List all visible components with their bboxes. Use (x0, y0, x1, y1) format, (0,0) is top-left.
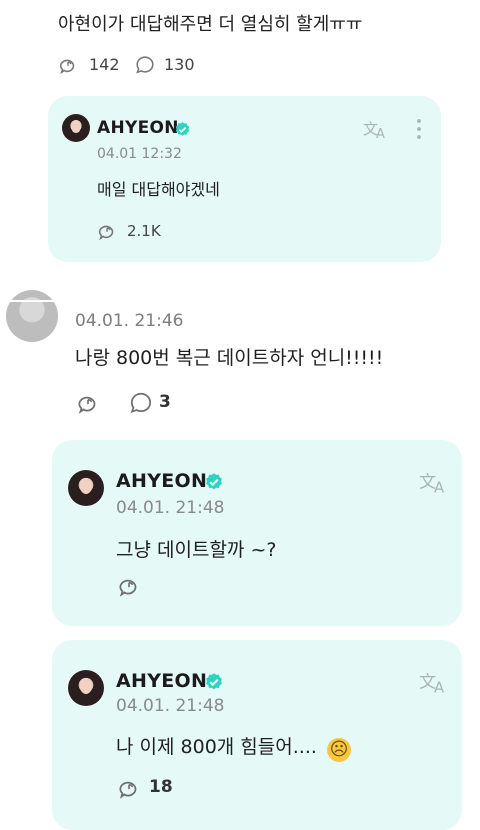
author-name: AHYEON (116, 470, 208, 492)
avatar (68, 670, 104, 706)
frown-emoji: ☹ (326, 738, 351, 762)
translate-icon[interactable]: 文 A (362, 117, 390, 141)
like-count: 2.1K (127, 222, 161, 240)
like-button[interactable] (75, 390, 109, 416)
reply-count: 130 (164, 55, 195, 74)
author-name: AHYEON (116, 670, 208, 692)
svg-text:A: A (434, 478, 445, 496)
like-count: 18 (149, 777, 173, 797)
reply-count: 3 (159, 392, 171, 412)
like-icon (119, 579, 137, 597)
svg-text:A: A (376, 127, 385, 141)
avatar (62, 114, 90, 142)
like-icon (78, 396, 96, 414)
comment-icon (136, 56, 154, 74)
like-button[interactable]: 18 (116, 775, 196, 801)
like-icon (98, 225, 114, 241)
avatar (68, 470, 104, 506)
verified-badge-icon (206, 673, 222, 690)
like-icon (59, 59, 75, 75)
translate-icon[interactable]: 文 A (418, 668, 450, 696)
reply-date: 04.01. 21:48 (116, 696, 225, 716)
reply-text: 매일 대답해야겠네 (97, 180, 220, 199)
reply-text: 나 이제 800개 힘들어.... (116, 736, 317, 758)
reply-text: 그냥 데이트할까 ~? (116, 539, 277, 561)
reply-text-row: 나 이제 800개 힘들어.... ☹ (116, 732, 351, 762)
verified-badge-icon (175, 122, 190, 136)
svg-text:A: A (434, 678, 445, 696)
artist-reply-card: AHYEON 文 A 04.01. 21:48 그냥 데이트할까 ~? (52, 440, 462, 626)
like-count: 142 (89, 55, 120, 74)
comment-date: 04.01. 21:46 (75, 311, 184, 331)
like-button[interactable]: 2.1K (96, 220, 176, 244)
verified-badge-icon (206, 473, 222, 490)
reply-date: 04.01 12:32 (97, 146, 182, 162)
artist-reply-card: AHYEON 文 A 04.01. 21:48 나 이제 800개 힘들어...… (52, 640, 462, 830)
translate-icon[interactable]: 文 A (418, 468, 450, 496)
like-button[interactable]: 142 (57, 53, 127, 77)
cut-divider (0, 300, 480, 302)
author-name: AHYEON (97, 118, 179, 138)
commenter-avatar (6, 290, 58, 342)
reply-date: 04.01. 21:48 (116, 498, 225, 518)
more-menu-icon[interactable] (415, 118, 423, 140)
comment-text: 아현이가 대답해주면 더 열심히 할게ㅠㅠ (58, 14, 363, 35)
artist-reply-card: AHYEON 文 A 04.01 12:32 매일 대답해야겠네 2.1K (48, 96, 441, 262)
reply-button[interactable]: 3 (128, 390, 188, 416)
comment-icon (130, 392, 152, 413)
reply-button[interactable]: 130 (134, 53, 204, 77)
like-icon (119, 781, 137, 799)
comment-text: 나랑 800번 복근 데이트하자 언니!!!!! (75, 347, 384, 369)
like-button[interactable] (116, 573, 146, 599)
